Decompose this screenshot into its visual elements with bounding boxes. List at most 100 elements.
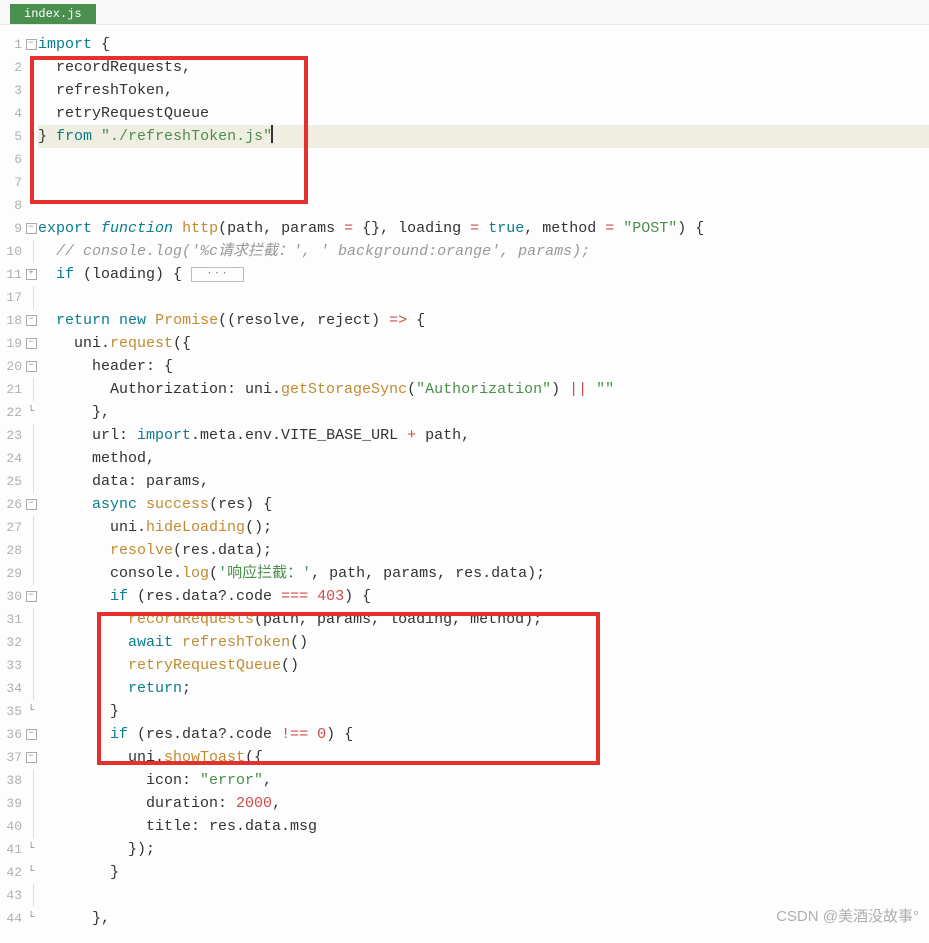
collapsed-region[interactable]: ··· <box>191 267 244 282</box>
code-line[interactable]: url: import.meta.env.VITE_BASE_URL + pat… <box>38 424 929 447</box>
fold-minus-icon[interactable]: − <box>26 315 37 326</box>
fold-minus-icon[interactable]: − <box>26 338 37 349</box>
code-line[interactable]: }, <box>38 401 929 424</box>
fold-marker[interactable] <box>24 286 38 309</box>
fold-minus-icon[interactable]: − <box>26 223 37 234</box>
fold-marker[interactable]: − <box>24 217 38 240</box>
fold-marker[interactable] <box>24 769 38 792</box>
code-line[interactable]: // console.log('%c请求拦截：', ' background:o… <box>38 240 929 263</box>
code-line[interactable]: console.log('响应拦截：', path, params, res.d… <box>38 562 929 585</box>
code-line[interactable] <box>38 286 929 309</box>
fold-bar-icon <box>33 470 34 493</box>
fold-marker[interactable]: − <box>24 332 38 355</box>
code-line[interactable]: } <box>38 700 929 723</box>
fold-marker[interactable]: − <box>24 355 38 378</box>
token-op: + <box>407 427 416 444</box>
fold-marker[interactable] <box>24 562 38 585</box>
fold-column[interactable]: −└−+−−−└−−└−−└└└ <box>24 25 38 930</box>
fold-marker[interactable] <box>24 378 38 401</box>
code-line[interactable]: Authorization: uni.getStorageSync("Autho… <box>38 378 929 401</box>
fold-marker[interactable]: └ <box>24 838 38 861</box>
code-line[interactable]: uni.hideLoading(); <box>38 516 929 539</box>
line-number: 18 <box>0 309 24 332</box>
fold-minus-icon[interactable]: − <box>26 591 37 602</box>
code-line[interactable]: }); <box>38 838 929 861</box>
code-line[interactable]: if (loading) { ··· <box>38 263 929 286</box>
fold-minus-icon[interactable]: − <box>26 752 37 763</box>
code-line[interactable]: header: { <box>38 355 929 378</box>
fold-marker[interactable]: − <box>24 723 38 746</box>
code-line[interactable]: icon: "error", <box>38 769 929 792</box>
fold-marker[interactable] <box>24 516 38 539</box>
fold-marker[interactable] <box>24 792 38 815</box>
fold-marker[interactable]: − <box>24 33 38 56</box>
fold-marker[interactable]: − <box>24 309 38 332</box>
fold-minus-icon[interactable]: − <box>26 361 37 372</box>
code-line[interactable] <box>38 194 929 217</box>
fold-marker[interactable] <box>24 884 38 907</box>
fold-marker[interactable] <box>24 539 38 562</box>
code-line[interactable]: await refreshToken() <box>38 631 929 654</box>
code-line[interactable]: data: params, <box>38 470 929 493</box>
code-line[interactable]: async success(res) { <box>38 493 929 516</box>
fold-marker[interactable]: − <box>24 493 38 516</box>
code-line[interactable]: if (res.data?.code !== 0) { <box>38 723 929 746</box>
code-line[interactable]: recordRequests, <box>38 56 929 79</box>
code-line[interactable]: }, <box>38 907 929 930</box>
code-line[interactable]: refreshToken, <box>38 79 929 102</box>
fold-marker[interactable] <box>24 79 38 102</box>
fold-minus-icon[interactable]: − <box>26 499 37 510</box>
fold-marker[interactable]: └ <box>24 401 38 424</box>
code-line[interactable]: export function http(path, params = {}, … <box>38 217 929 240</box>
code-line[interactable] <box>38 148 929 171</box>
code-line[interactable]: return new Promise((resolve, reject) => … <box>38 309 929 332</box>
fold-marker[interactable] <box>24 240 38 263</box>
fold-marker[interactable] <box>24 424 38 447</box>
code-editor[interactable]: 1234567891011171819202122232425262728293… <box>0 25 929 930</box>
code-area[interactable]: import { recordRequests, refreshToken, r… <box>38 25 929 930</box>
fold-minus-icon[interactable]: − <box>26 39 37 50</box>
code-line[interactable]: title: res.data.msg <box>38 815 929 838</box>
fold-marker[interactable] <box>24 194 38 217</box>
code-line[interactable]: retryRequestQueue <box>38 102 929 125</box>
code-line[interactable] <box>38 884 929 907</box>
code-line[interactable]: recordRequests(path, params, loading, me… <box>38 608 929 631</box>
fold-marker[interactable] <box>24 148 38 171</box>
fold-marker[interactable] <box>24 608 38 631</box>
fold-minus-icon[interactable]: − <box>26 729 37 740</box>
fold-marker[interactable] <box>24 815 38 838</box>
file-tab[interactable]: index.js <box>10 4 96 24</box>
token-id: (path, params <box>218 220 344 237</box>
token-fn: refreshToken <box>182 634 290 651</box>
code-line[interactable]: import { <box>38 33 929 56</box>
code-line[interactable]: } <box>38 861 929 884</box>
code-line[interactable]: if (res.data?.code === 403) { <box>38 585 929 608</box>
code-line[interactable]: duration: 2000, <box>38 792 929 815</box>
fold-marker[interactable] <box>24 171 38 194</box>
fold-marker[interactable]: └ <box>24 125 38 148</box>
fold-marker[interactable]: − <box>24 585 38 608</box>
code-line[interactable]: uni.showToast({ <box>38 746 929 769</box>
fold-marker[interactable] <box>24 56 38 79</box>
code-line[interactable]: resolve(res.data); <box>38 539 929 562</box>
fold-marker[interactable]: − <box>24 746 38 769</box>
fold-plus-icon[interactable]: + <box>26 269 37 280</box>
fold-marker[interactable]: └ <box>24 861 38 884</box>
fold-marker[interactable] <box>24 447 38 470</box>
code-line[interactable]: retryRequestQueue() <box>38 654 929 677</box>
code-line[interactable]: method, <box>38 447 929 470</box>
code-line[interactable] <box>38 171 929 194</box>
fold-marker[interactable]: └ <box>24 700 38 723</box>
code-line[interactable]: uni.request({ <box>38 332 929 355</box>
code-line[interactable]: } from "./refreshToken.js" <box>38 125 929 148</box>
fold-marker[interactable] <box>24 631 38 654</box>
token-id: }, <box>38 910 110 927</box>
fold-marker[interactable]: └ <box>24 907 38 930</box>
code-line[interactable]: return; <box>38 677 929 700</box>
fold-marker[interactable] <box>24 470 38 493</box>
fold-marker[interactable] <box>24 654 38 677</box>
fold-bar-icon <box>33 539 34 562</box>
fold-marker[interactable] <box>24 102 38 125</box>
fold-marker[interactable]: + <box>24 263 38 286</box>
fold-marker[interactable] <box>24 677 38 700</box>
